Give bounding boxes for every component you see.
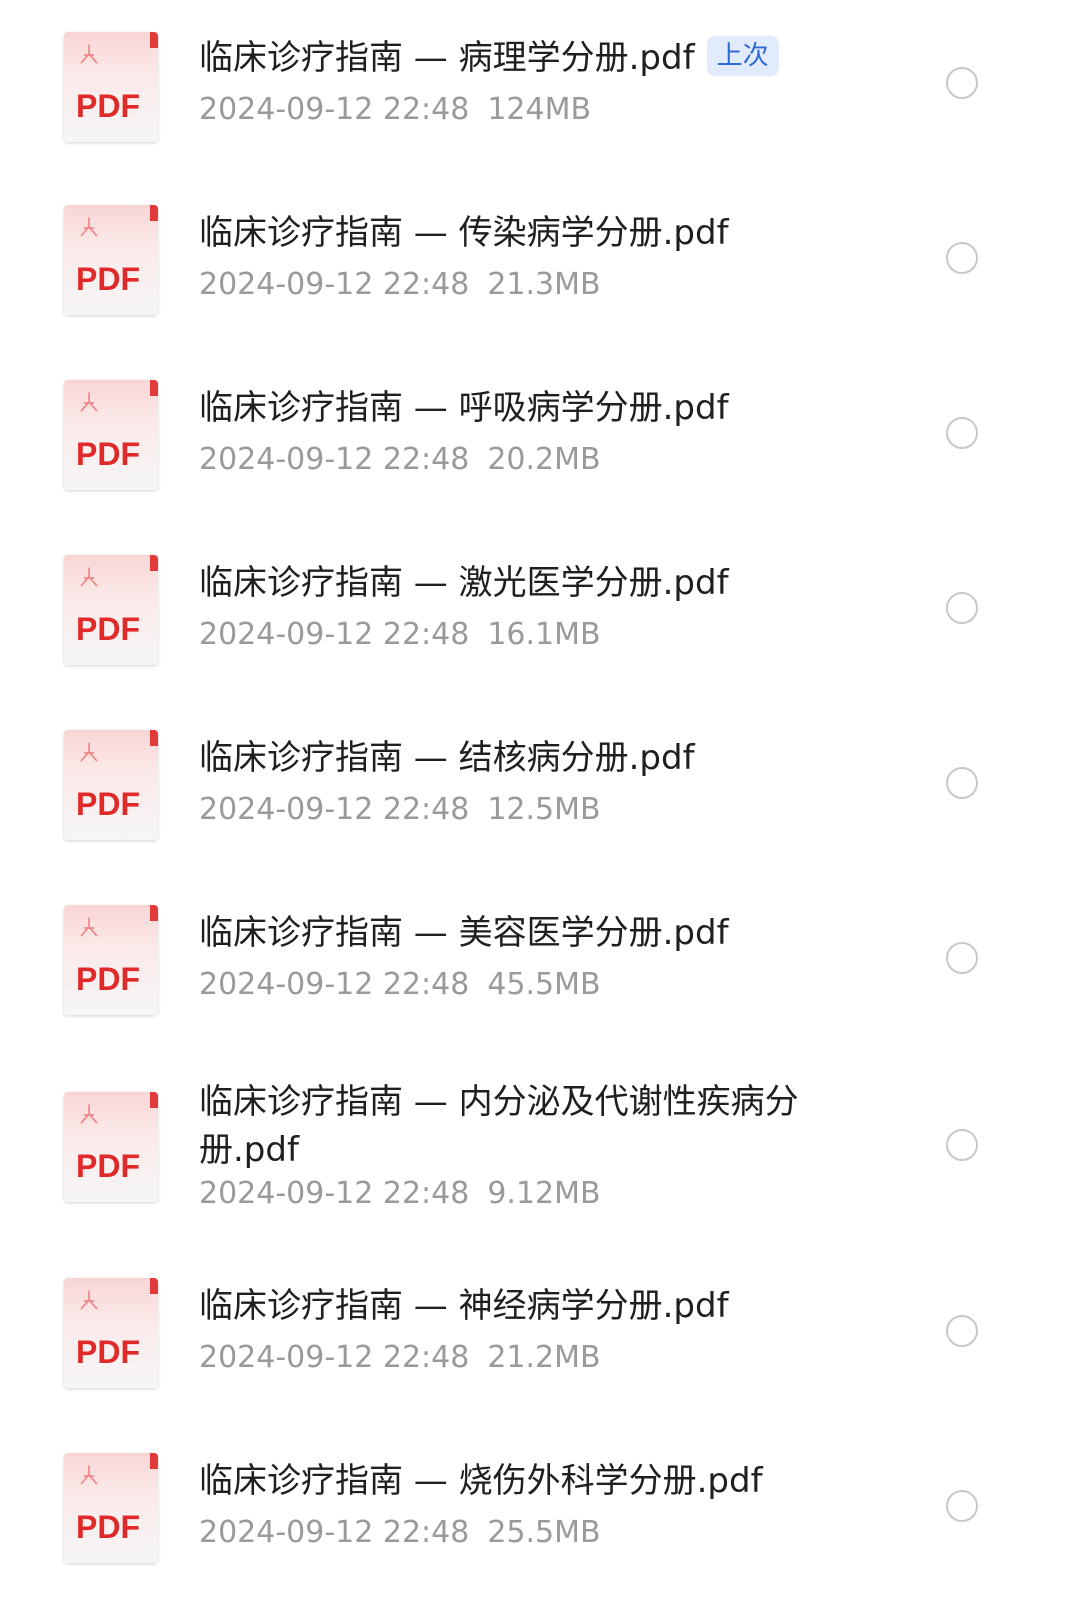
file-meta: 2024-09-12 22:48 45.5MB [199,965,601,1005]
file-meta: 2024-09-12 22:48 25.5MB [199,1513,601,1553]
pdf-label: PDF [76,1148,140,1184]
file-list: PDF 临床诊疗指南 — 病理学分册.pdf 上次 2024-09-12 22:4… [0,0,1080,1614]
list-item[interactable]: PDF 临床诊疗指南 — 激光医学分册.pdf 2024-09-12 22:48… [0,525,1080,695]
file-meta: 2024-09-12 22:48 21.2MB [199,1338,601,1378]
file-date: 2024-09-12 22:48 [199,92,470,127]
acrobat-icon [80,742,98,762]
file-name: 临床诊疗指南 — 激光医学分册.pdf [199,563,729,603]
pdf-file-icon: PDF [64,32,158,142]
file-name: 临床诊疗指南 — 神经病学分册.pdf [199,1286,729,1326]
select-radio[interactable] [946,1129,978,1161]
file-meta: 2024-09-12 22:48 21.3MB [199,265,601,305]
file-size: 21.3MB [487,267,601,302]
pdf-file-icon: PDF [64,730,158,840]
pdf-label: PDF [76,1334,140,1370]
pdf-label: PDF [76,88,140,124]
list-item[interactable]: PDF 临床诊疗指南 — 病理学分册.pdf 上次 2024-09-12 22:4… [0,0,1080,170]
select-radio[interactable] [946,592,978,624]
file-date: 2024-09-12 22:48 [199,1515,470,1550]
pdf-label: PDF [76,436,140,472]
select-radio[interactable] [946,767,978,799]
list-item[interactable]: PDF 临床诊疗指南 — 神经病学分册.pdf 2024-09-12 22:48… [0,1248,1080,1418]
select-radio[interactable] [946,67,978,99]
select-radio[interactable] [946,1490,978,1522]
pdf-file-icon: PDF [64,1092,158,1202]
file-date: 2024-09-12 22:48 [199,267,470,302]
file-name: 临床诊疗指南 — 传染病学分册.pdf [199,213,729,253]
file-meta: 2024-09-12 22:48 12.5MB [199,790,601,830]
acrobat-icon [80,1104,98,1124]
file-size: 45.5MB [487,967,601,1002]
pdf-file-icon: PDF [64,555,158,665]
acrobat-icon [80,217,98,237]
pdf-file-icon: PDF [64,905,158,1015]
file-date: 2024-09-12 22:48 [199,442,470,477]
select-radio[interactable] [946,242,978,274]
file-meta: 2024-09-12 22:48 124MB [199,90,591,130]
file-size: 9.12MB [487,1176,601,1211]
file-name: 临床诊疗指南 — 结核病分册.pdf [199,738,695,778]
file-date: 2024-09-12 22:48 [199,792,470,827]
acrobat-icon [80,1290,98,1310]
select-radio[interactable] [946,942,978,974]
acrobat-icon [80,392,98,412]
acrobat-icon [80,917,98,937]
file-name: 临床诊疗指南 — 病理学分册.pdf 上次 [199,34,779,82]
file-name: 临床诊疗指南 — 美容医学分册.pdf [199,913,729,953]
file-size: 124MB [487,92,592,127]
pdf-label: PDF [76,261,140,297]
file-name: 临床诊疗指南 — 内分泌及代谢性疾病分册.pdf [199,1082,799,1170]
pdf-file-icon: PDF [64,1278,158,1388]
file-size: 20.2MB [487,442,601,477]
list-item[interactable]: PDF 临床诊疗指南 — 烧伤外科学分册.pdf 2024-09-12 22:4… [0,1423,1080,1614]
file-meta: 2024-09-12 22:48 20.2MB [199,440,601,480]
acrobat-icon [80,1465,98,1485]
pdf-label: PDF [76,611,140,647]
list-item[interactable]: PDF 临床诊疗指南 — 美容医学分册.pdf 2024-09-12 22:48… [0,875,1080,1045]
file-date: 2024-09-12 22:48 [199,967,470,1002]
pdf-file-icon: PDF [64,380,158,490]
file-meta: 2024-09-12 22:48 16.1MB [199,615,601,655]
acrobat-icon [80,44,98,64]
file-name: 临床诊疗指南 — 烧伤外科学分册.pdf [199,1461,763,1501]
file-size: 21.2MB [487,1340,601,1375]
file-date: 2024-09-12 22:48 [199,617,470,652]
pdf-file-icon: PDF [64,205,158,315]
file-name: 临床诊疗指南 — 呼吸病学分册.pdf [199,388,729,428]
file-date: 2024-09-12 22:48 [199,1176,470,1211]
file-size: 16.1MB [487,617,601,652]
file-size: 25.5MB [487,1515,601,1550]
select-radio[interactable] [946,417,978,449]
list-item[interactable]: PDF 临床诊疗指南 — 内分泌及代谢性疾病分册.pdf 2024-09-12 … [0,1050,1080,1260]
select-radio[interactable] [946,1315,978,1347]
last-opened-badge: 上次 [706,35,779,76]
pdf-label: PDF [76,961,140,997]
file-date: 2024-09-12 22:48 [199,1340,470,1375]
pdf-label: PDF [76,1509,140,1545]
pdf-label: PDF [76,786,140,822]
acrobat-icon [80,567,98,587]
file-meta: 2024-09-12 22:48 9.12MB [199,1174,601,1214]
list-item[interactable]: PDF 临床诊疗指南 — 传染病学分册.pdf 2024-09-12 22:48… [0,175,1080,345]
list-item[interactable]: PDF 临床诊疗指南 — 结核病分册.pdf 2024-09-12 22:48 1… [0,700,1080,870]
pdf-file-icon: PDF [64,1453,158,1563]
list-item[interactable]: PDF 临床诊疗指南 — 呼吸病学分册.pdf 2024-09-12 22:48… [0,350,1080,520]
file-size: 12.5MB [487,792,601,827]
